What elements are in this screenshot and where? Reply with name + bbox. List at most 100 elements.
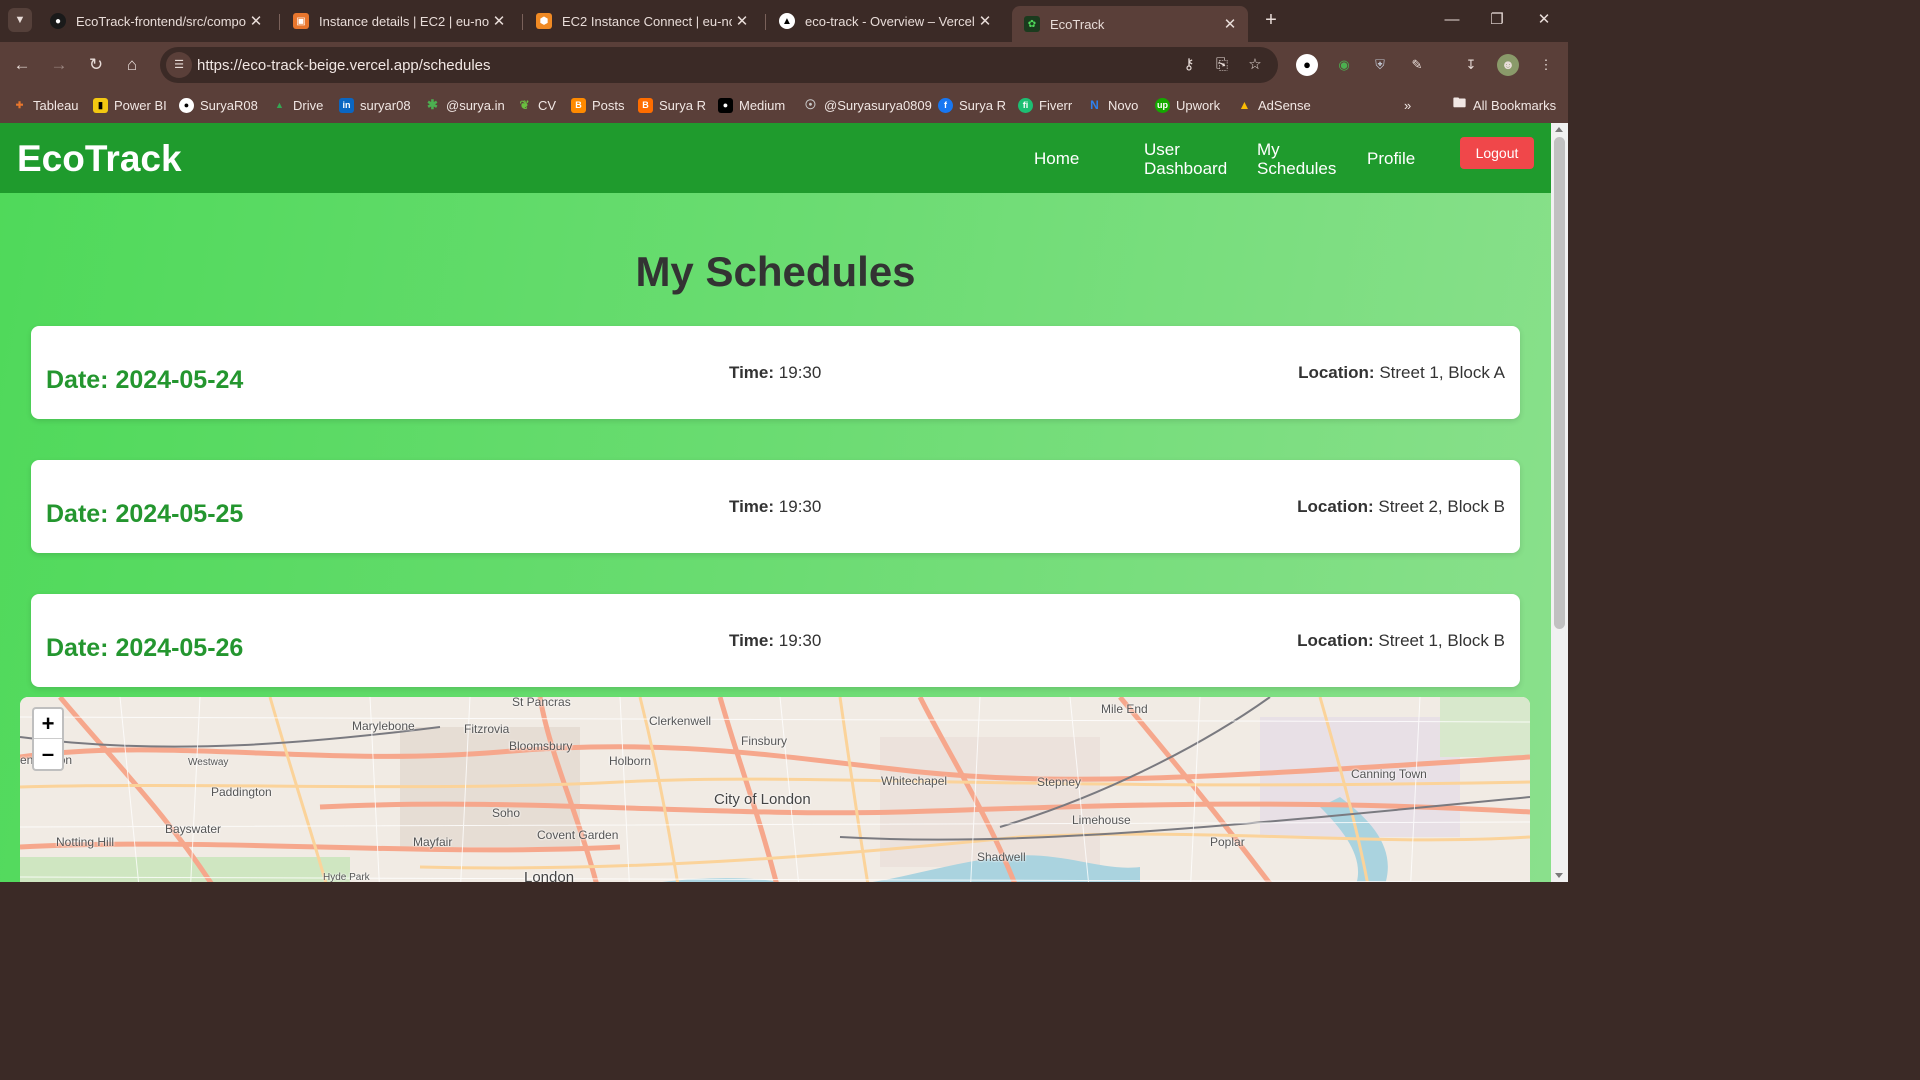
scroll-down-arrow-icon[interactable] xyxy=(1555,873,1563,878)
scroll-up-arrow-icon[interactable] xyxy=(1555,127,1563,132)
schedule-time: Time: 19:30 xyxy=(729,363,821,383)
reload-icon[interactable]: ↻ xyxy=(84,53,108,77)
bookmark-drive[interactable]: ▲ Drive xyxy=(272,95,323,115)
more-bookmarks-icon[interactable]: » xyxy=(1404,95,1411,115)
bookmark-fiverr[interactable]: fi Fiverr xyxy=(1018,95,1072,115)
bookmark-tableau[interactable]: ✚ Tableau xyxy=(12,95,79,115)
scrollbar-thumb[interactable] xyxy=(1554,137,1565,629)
map-label: Canning Town xyxy=(1351,767,1427,781)
bookmark-surya-in[interactable]: ✱ @surya.in xyxy=(425,95,505,115)
url-text[interactable]: https://eco-track-beige.vercel.app/sched… xyxy=(197,57,491,74)
password-key-icon[interactable]: ⚷ xyxy=(1179,55,1199,75)
extensions-puzzle-icon[interactable]: ✎ xyxy=(1406,54,1428,76)
browser-tab[interactable]: ▲ eco-track - Overview – Vercel ✕ xyxy=(767,6,1003,36)
map-label: Mayfair xyxy=(413,835,453,849)
bookmark-label: Surya R xyxy=(659,97,706,113)
close-tab-icon[interactable]: ✕ xyxy=(246,12,266,30)
bookmark-suryasurya[interactable]: ☉ @Suryasurya0809 xyxy=(803,95,932,115)
nav-home[interactable]: Home xyxy=(1034,149,1079,168)
tab-title: EC2 Instance Connect | eu-north xyxy=(562,13,732,29)
bookmark-github[interactable]: ● SuryaR08 xyxy=(179,95,258,115)
tab-title: EcoTrack xyxy=(1050,16,1105,32)
nav-profile[interactable]: Profile xyxy=(1367,149,1415,168)
bookmark-label: @surya.in xyxy=(446,97,505,113)
minimize-icon[interactable]: — xyxy=(1437,8,1467,32)
back-icon[interactable]: ← xyxy=(10,53,34,77)
map[interactable]: St Pancras Marylebone Fitzrovia Clerkenw… xyxy=(20,697,1530,882)
bookmark-star-icon[interactable]: ☆ xyxy=(1245,55,1265,75)
browser-tab-active[interactable]: ✿ EcoTrack ✕ xyxy=(1012,6,1248,42)
bookmark-powerbi[interactable]: ▮ Power BI xyxy=(93,95,167,115)
new-tab-icon[interactable]: + xyxy=(1260,9,1282,31)
nav-user-dashboard[interactable]: User Dashboard xyxy=(1144,140,1227,178)
zoom-in-button[interactable]: + xyxy=(34,709,62,739)
bookmark-label: Drive xyxy=(293,97,324,113)
time-value: 19:30 xyxy=(778,363,822,382)
map-label: Poplar xyxy=(1210,835,1245,849)
page-scrollbar[interactable] xyxy=(1551,123,1568,882)
forward-icon[interactable]: → xyxy=(47,53,71,77)
all-bookmarks[interactable]: 🖿 All Bookmarks xyxy=(1452,95,1556,115)
tab-title: eco-track - Overview – Vercel xyxy=(805,13,975,29)
nav-my-schedules[interactable]: My Schedules xyxy=(1257,140,1336,178)
location-key: Location: xyxy=(1297,497,1374,516)
bookmark-posts[interactable]: B Posts xyxy=(571,95,625,115)
extension-icon[interactable]: ● xyxy=(1296,54,1318,76)
folder-icon: 🖿 xyxy=(1452,95,1466,110)
bookmark-surya-r-blog[interactable]: B Surya R xyxy=(638,95,706,115)
aws-icon: ▣ xyxy=(293,13,309,29)
bookmark-novo[interactable]: N Novo xyxy=(1087,95,1138,115)
download-icon[interactable]: ↧ xyxy=(1460,54,1482,76)
extension-eye-icon[interactable]: ◉ xyxy=(1333,54,1355,76)
zoom-out-button[interactable]: – xyxy=(34,739,62,769)
map-label: Paddington xyxy=(211,785,272,799)
map-label: Fitzrovia xyxy=(464,722,510,736)
home-icon[interactable]: ⌂ xyxy=(120,53,144,77)
browser-tab[interactable]: ⬢ EC2 Instance Connect | eu-north ✕ xyxy=(524,6,760,36)
upwork-icon: up xyxy=(1155,97,1170,113)
kebab-menu-icon[interactable]: ⋮ xyxy=(1535,54,1557,76)
schedule-date: Date: 2024-05-26 xyxy=(46,634,244,662)
logout-button[interactable]: Logout xyxy=(1460,137,1534,169)
restore-icon[interactable]: ❐ xyxy=(1482,8,1512,32)
map-zoom-control: + – xyxy=(32,707,64,771)
location-key: Location: xyxy=(1298,363,1375,382)
bookmark-label: @Suryasurya0809 xyxy=(824,97,932,113)
bookmark-label: Posts xyxy=(592,97,625,113)
bookmark-cv[interactable]: ❦ CV xyxy=(517,95,556,115)
browser-tab[interactable]: ▣ Instance details | EC2 | eu-north ✕ xyxy=(281,6,517,36)
map-label: Whitechapel xyxy=(881,774,948,788)
time-value: 19:30 xyxy=(778,631,822,650)
bookmarks-bar: ✚ Tableau ▮ Power BI ● SuryaR08 ▲ Drive in su… xyxy=(0,88,1568,123)
site-info-icon[interactable]: ☰ xyxy=(166,52,192,78)
shield-icon[interactable]: ⛨ xyxy=(1369,54,1391,76)
bookmark-linkedin[interactable]: in suryar08 xyxy=(339,95,411,115)
location-key: Location: xyxy=(1297,631,1374,650)
avatar[interactable]: ☻ xyxy=(1497,54,1519,76)
map-label: Marylebone xyxy=(352,719,415,733)
close-window-icon[interactable]: ✕ xyxy=(1529,8,1559,32)
close-tab-icon[interactable]: ✕ xyxy=(1220,15,1240,33)
browser-tab[interactable]: ● EcoTrack-frontend/src/compon ✕ xyxy=(38,6,274,36)
bookmark-label: Tableau xyxy=(33,97,79,113)
install-app-icon[interactable]: ⎘ xyxy=(1212,55,1232,75)
globe-icon: ☉ xyxy=(804,97,817,112)
tab-search-chevron-icon[interactable]: ▼ xyxy=(8,8,32,32)
time-key: Time: xyxy=(729,363,775,382)
brand-logo[interactable]: EcoTrack xyxy=(17,138,182,180)
bookmark-label: suryar08 xyxy=(360,97,411,113)
close-tab-icon[interactable]: ✕ xyxy=(489,12,509,30)
bookmark-facebook[interactable]: f Surya R xyxy=(938,95,1006,115)
close-tab-icon[interactable]: ✕ xyxy=(732,12,752,30)
linkedin-icon: in xyxy=(339,97,354,113)
map-label: Holborn xyxy=(609,754,652,768)
tab-separator xyxy=(522,14,523,30)
close-tab-icon[interactable]: ✕ xyxy=(975,12,995,30)
ecotrack-icon: ✿ xyxy=(1024,16,1040,32)
tab-title: EcoTrack-frontend/src/compon xyxy=(76,13,246,29)
bookmark-adsense[interactable]: ▲ AdSense xyxy=(1237,95,1311,115)
address-bar[interactable]: ☰ https://eco-track-beige.vercel.app/sch… xyxy=(160,47,1278,83)
bookmark-upwork[interactable]: up Upwork xyxy=(1155,95,1220,115)
map-label: Limehouse xyxy=(1072,813,1131,827)
bookmark-medium[interactable]: ● Medium xyxy=(718,95,785,115)
